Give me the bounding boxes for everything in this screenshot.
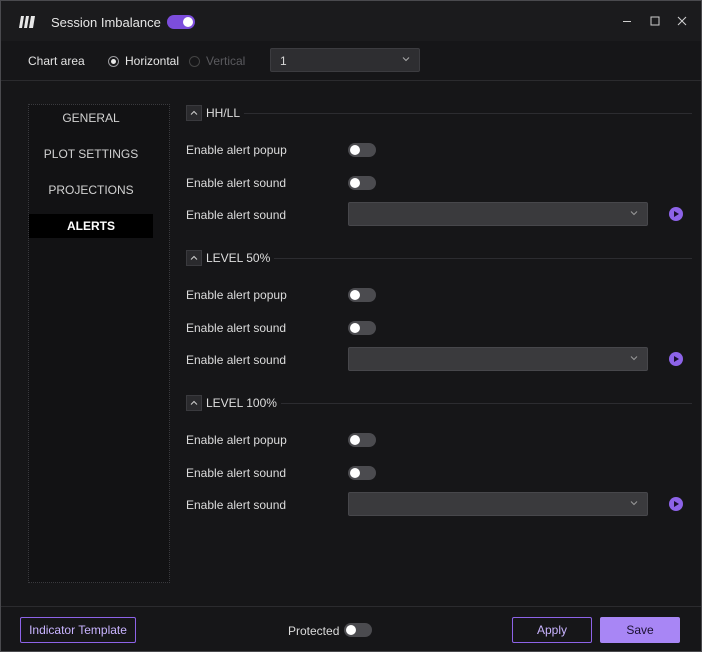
section-divider <box>206 113 692 114</box>
pane-select[interactable]: 1 <box>270 48 420 72</box>
section-header-hh-ll: HH/LL <box>186 105 692 121</box>
alert-sound-label: Enable alert sound <box>186 321 287 335</box>
alert-sound-select[interactable] <box>348 492 648 516</box>
dialog-footer: Indicator Template Protected Apply Save <box>1 606 701 651</box>
chevron-down-icon <box>630 356 638 361</box>
play-sound-button[interactable] <box>669 497 683 511</box>
alert-sound-toggle[interactable] <box>348 176 376 190</box>
collapse-button[interactable] <box>186 395 202 411</box>
radio-dot-icon <box>108 55 119 67</box>
sidebar-item-label: PROJECTIONS <box>48 183 134 197</box>
alert-popup-toggle[interactable] <box>348 288 376 302</box>
play-sound-button[interactable] <box>669 352 683 366</box>
alert-sound-label: Enable alert sound <box>186 466 287 480</box>
settings-sidebar: GENERAL PLOT SETTINGS PROJECTIONS ALERTS <box>28 104 170 583</box>
play-icon <box>674 501 679 507</box>
settings-window: Session Imbalance Chart area Horizontal … <box>0 0 702 652</box>
play-icon <box>674 356 679 362</box>
toggle-knob <box>183 17 193 27</box>
chevron-up-icon <box>190 255 198 260</box>
indicator-enabled-toggle[interactable] <box>167 15 195 29</box>
protected-toggle[interactable] <box>344 623 372 637</box>
section-header-level-50: LEVEL 50% <box>186 250 692 266</box>
chevron-up-icon <box>190 110 198 115</box>
title-bar[interactable]: Session Imbalance <box>1 1 701 41</box>
sidebar-item-label: PLOT SETTINGS <box>43 147 139 161</box>
section-title: LEVEL 50% <box>206 251 275 265</box>
sidebar-item-projections[interactable]: PROJECTIONS <box>29 178 153 202</box>
indicator-template-button[interactable]: Indicator Template <box>20 617 136 643</box>
maximize-icon[interactable] <box>648 14 662 28</box>
toggle-knob <box>350 468 360 478</box>
alert-sound-select[interactable] <box>348 202 648 226</box>
chevron-down-icon <box>630 211 638 216</box>
section-title: LEVEL 100% <box>206 396 281 410</box>
sidebar-item-general[interactable]: GENERAL <box>29 106 153 130</box>
save-button[interactable]: Save <box>600 617 680 643</box>
alert-sound-label: Enable alert sound <box>186 176 287 190</box>
play-sound-button[interactable] <box>669 207 683 221</box>
alert-sound-select[interactable] <box>348 347 648 371</box>
sidebar-item-label: GENERAL <box>62 111 120 125</box>
radio-vertical-label: Vertical <box>206 54 246 68</box>
toggle-knob <box>350 290 360 300</box>
radio-dot-icon <box>189 55 200 67</box>
play-icon <box>674 211 679 217</box>
chart-area-label: Chart area <box>28 54 85 68</box>
radio-horizontal[interactable]: Horizontal <box>108 54 179 68</box>
toggle-knob <box>350 323 360 333</box>
protected-label: Protected <box>288 624 340 638</box>
collapse-button[interactable] <box>186 250 202 266</box>
close-icon[interactable] <box>675 14 689 28</box>
alert-sound-select-label: Enable alert sound <box>186 353 287 367</box>
alert-sound-select-label: Enable alert sound <box>186 208 287 222</box>
alert-popup-label: Enable alert popup <box>186 143 287 157</box>
alert-popup-toggle[interactable] <box>348 143 376 157</box>
pane-select-value: 1 <box>280 54 287 68</box>
section-divider <box>206 258 692 259</box>
chevron-up-icon <box>190 400 198 405</box>
chevron-down-icon <box>402 57 410 62</box>
sidebar-item-plot-settings[interactable]: PLOT SETTINGS <box>29 142 153 166</box>
section-title: HH/LL <box>206 106 245 120</box>
chart-area-row: Chart area Horizontal Vertical 1 <box>1 41 701 81</box>
toggle-knob <box>350 435 360 445</box>
logo-icon <box>19 16 35 28</box>
toggle-knob <box>350 178 360 188</box>
minimize-icon[interactable] <box>620 14 634 28</box>
sidebar-item-alerts[interactable]: ALERTS <box>29 214 153 238</box>
alert-popup-label: Enable alert popup <box>186 433 287 447</box>
toggle-knob <box>346 625 356 635</box>
collapse-button[interactable] <box>186 105 202 121</box>
apply-button[interactable]: Apply <box>512 617 592 643</box>
window-title: Session Imbalance <box>51 15 161 30</box>
alert-sound-select-label: Enable alert sound <box>186 498 287 512</box>
section-header-level-100: LEVEL 100% <box>186 395 692 411</box>
toggle-knob <box>350 145 360 155</box>
radio-horizontal-label: Horizontal <box>125 54 180 68</box>
chevron-down-icon <box>630 501 638 506</box>
alert-sound-toggle[interactable] <box>348 466 376 480</box>
alert-popup-label: Enable alert popup <box>186 288 287 302</box>
sidebar-item-label: ALERTS <box>67 219 115 233</box>
alert-sound-toggle[interactable] <box>348 321 376 335</box>
radio-vertical[interactable]: Vertical <box>189 54 245 68</box>
alert-popup-toggle[interactable] <box>348 433 376 447</box>
